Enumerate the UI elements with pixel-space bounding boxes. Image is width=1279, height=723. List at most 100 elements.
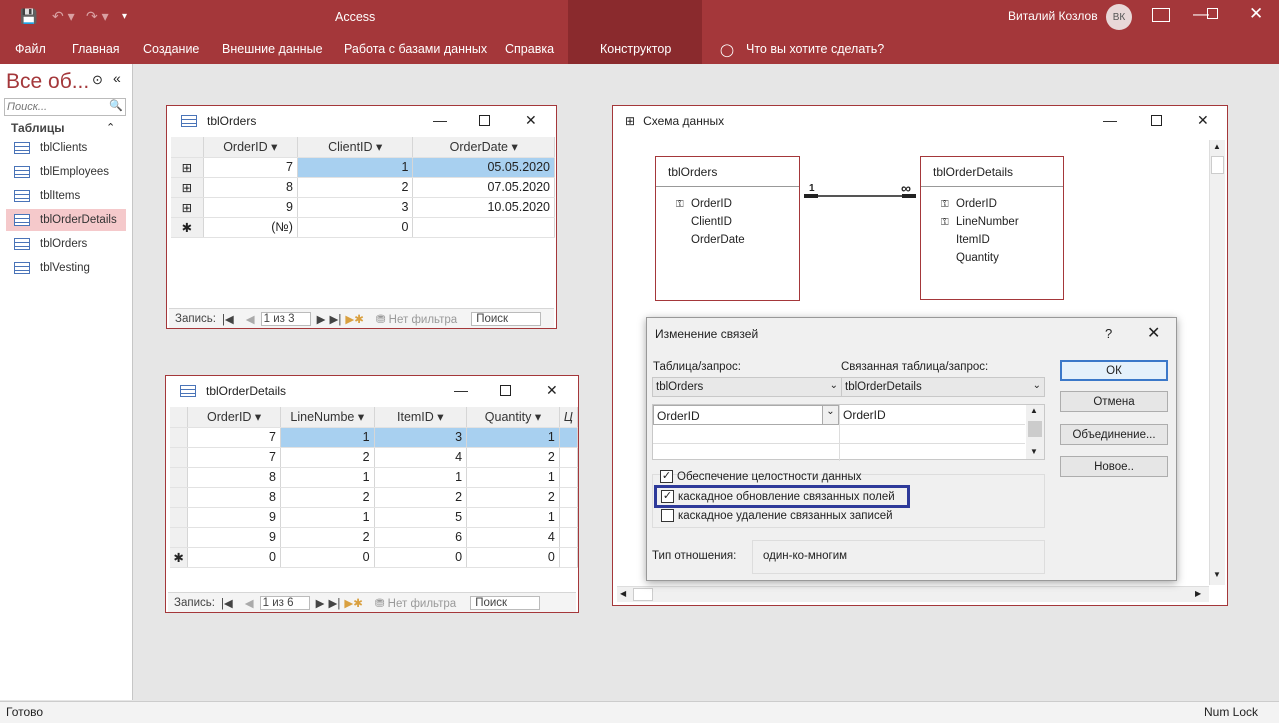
customize-qat-icon[interactable]: ▾ xyxy=(122,11,127,22)
cell[interactable]: 0 xyxy=(297,217,414,238)
redo-icon[interactable]: ↷ ▾ xyxy=(86,8,109,25)
tab-create[interactable]: Создание xyxy=(143,42,199,56)
row-selector[interactable] xyxy=(170,467,189,488)
checkbox-checked-icon[interactable]: ✓ xyxy=(660,470,673,483)
nav-section-tables[interactable]: Таблицы xyxy=(11,121,64,135)
schema-field[interactable]: ⚿ OrderID xyxy=(921,195,1063,213)
datasheet-search[interactable]: Поиск xyxy=(471,311,542,326)
last-record-icon[interactable]: ▶| xyxy=(329,596,341,610)
ribbon-display-icon[interactable] xyxy=(1152,8,1170,22)
cell[interactable]: 3 xyxy=(297,197,414,218)
nav-search-box[interactable]: 🔍 xyxy=(4,98,126,116)
close-icon[interactable]: ✕ xyxy=(525,112,537,129)
tab-file[interactable]: Файл xyxy=(15,42,46,56)
avatar[interactable]: ВК xyxy=(1106,4,1132,30)
cell[interactable]: 1 xyxy=(297,157,414,178)
next-record-icon[interactable]: ▶ xyxy=(316,596,325,610)
cell[interactable]: 10.05.2020 xyxy=(412,197,555,218)
integrity-checkbox[interactable]: ✓ Обеспечение целостности данных xyxy=(660,470,861,483)
cell[interactable]: 9 xyxy=(187,527,281,548)
nav-item-tblclients[interactable]: tblClients xyxy=(6,137,126,159)
nav-menu-icon[interactable]: ⊙ xyxy=(92,72,103,88)
chevron-down-icon[interactable]: ⌄ xyxy=(822,406,838,424)
field-left-combo[interactable]: OrderID ⌄ xyxy=(653,405,839,425)
cell[interactable]: 2 xyxy=(466,447,560,468)
filter-icon[interactable]: ⛃ Нет фильтра xyxy=(375,596,456,610)
column-header[interactable]: ItemID ▾ xyxy=(374,407,468,428)
cell[interactable]: 05.05.2020 xyxy=(412,157,555,178)
cell[interactable] xyxy=(559,447,579,468)
new-record-nav-icon[interactable]: ▶✱ xyxy=(344,596,362,610)
cell[interactable]: 0 xyxy=(374,547,468,568)
cell[interactable]: 6 xyxy=(374,527,468,548)
cell[interactable]: 2 xyxy=(297,177,414,198)
maximize-icon[interactable] xyxy=(500,385,511,396)
cell[interactable]: 0 xyxy=(466,547,560,568)
cell[interactable] xyxy=(559,507,579,528)
prev-record-icon[interactable]: ◀ xyxy=(246,312,255,326)
minimize-icon[interactable]: — xyxy=(454,382,468,398)
cell[interactable]: 1 xyxy=(466,507,560,528)
scroll-up-icon[interactable]: ▲ xyxy=(1030,406,1038,415)
details-window-titlebar[interactable]: tblOrderDetails xyxy=(166,376,578,406)
nav-search-input[interactable] xyxy=(5,99,105,115)
first-record-icon[interactable]: |◀ xyxy=(222,312,234,326)
tab-external-data[interactable]: Внешние данные xyxy=(222,42,323,56)
search-icon[interactable]: 🔍 xyxy=(109,99,123,112)
cell[interactable]: 1 xyxy=(280,427,375,448)
column-header[interactable]: LineNumbe ▾ xyxy=(280,407,375,428)
prev-record-icon[interactable]: ◀ xyxy=(245,596,254,610)
record-position[interactable]: 1 из 3 xyxy=(260,311,311,326)
column-header[interactable]: ClientID ▾ xyxy=(297,137,414,158)
close-icon[interactable]: ✕ xyxy=(546,382,558,399)
collapse-pane-icon[interactable]: « xyxy=(113,70,121,86)
details-datasheet[interactable]: OrderID ▾ LineNumbe ▾ ItemID ▾ Quantity … xyxy=(170,407,579,568)
expand-icon[interactable]: ⊞ xyxy=(171,197,204,218)
nav-item-tblorders[interactable]: tblOrders xyxy=(6,233,126,255)
cell[interactable]: 8 xyxy=(187,467,281,488)
horizontal-scrollbar[interactable]: ◀ ▶ xyxy=(617,586,1209,602)
first-record-icon[interactable]: |◀ xyxy=(221,596,233,610)
tab-design[interactable]: Конструктор xyxy=(600,42,671,56)
nav-item-tblvesting[interactable]: tblVesting xyxy=(6,257,126,279)
schema-table-tblorderdetails[interactable]: tblOrderDetails ⚿ OrderID ⚿ LineNumber Ite… xyxy=(920,156,1064,300)
cell[interactable]: 1 xyxy=(374,467,468,488)
cell[interactable]: 2 xyxy=(466,487,560,508)
cell[interactable]: 7 xyxy=(187,447,281,468)
cascade-update-checkbox[interactable]: ✓ каскадное обновление связанных полей xyxy=(661,490,895,503)
cell[interactable]: 1 xyxy=(466,467,560,488)
schema-field[interactable]: ⚿ OrderID xyxy=(656,195,799,213)
maximize-icon[interactable] xyxy=(479,115,490,126)
select-all-corner[interactable] xyxy=(170,407,189,428)
tell-me-box[interactable]: Что вы хотите сделать? xyxy=(746,42,884,56)
cell[interactable]: 7 xyxy=(187,427,281,448)
schema-field[interactable]: ItemID xyxy=(921,231,1063,249)
cell[interactable]: 1 xyxy=(280,507,375,528)
row-selector[interactable] xyxy=(170,447,189,468)
row-selector[interactable] xyxy=(170,427,189,448)
close-icon[interactable]: ✕ xyxy=(1249,4,1263,24)
maximize-icon[interactable] xyxy=(1207,8,1218,19)
cell[interactable]: 9 xyxy=(187,507,281,528)
orders-datasheet[interactable]: OrderID ▾ ClientID ▾ OrderDate ▾ ⊞ 7 1 05.0… xyxy=(171,137,555,238)
cell[interactable]: 8 xyxy=(187,487,281,508)
maximize-icon[interactable] xyxy=(1151,115,1162,126)
cell[interactable]: 07.05.2020 xyxy=(412,177,555,198)
table-combo[interactable]: tblOrders ⌄ xyxy=(652,377,842,397)
related-table-combo[interactable]: tblOrderDetails ⌄ xyxy=(841,377,1045,397)
scroll-thumb[interactable] xyxy=(1211,156,1224,174)
cell[interactable] xyxy=(559,527,579,548)
column-header[interactable]: Quantity ▾ xyxy=(466,407,560,428)
cell[interactable]: 0 xyxy=(187,547,281,568)
cell[interactable] xyxy=(559,467,579,488)
minimize-icon[interactable]: — xyxy=(1103,112,1117,128)
select-all-corner[interactable] xyxy=(171,137,204,158)
field-right-cell[interactable]: OrderID xyxy=(839,405,1025,425)
tab-home[interactable]: Главная xyxy=(72,42,120,56)
cell[interactable]: 4 xyxy=(466,527,560,548)
chevron-down-icon[interactable]: ⌄ xyxy=(830,380,838,391)
cell[interactable]: 2 xyxy=(280,447,375,468)
new-record-nav-icon[interactable]: ▶✱ xyxy=(345,312,363,326)
minimize-icon[interactable]: — xyxy=(433,112,447,128)
datasheet-search[interactable]: Поиск xyxy=(470,595,541,610)
